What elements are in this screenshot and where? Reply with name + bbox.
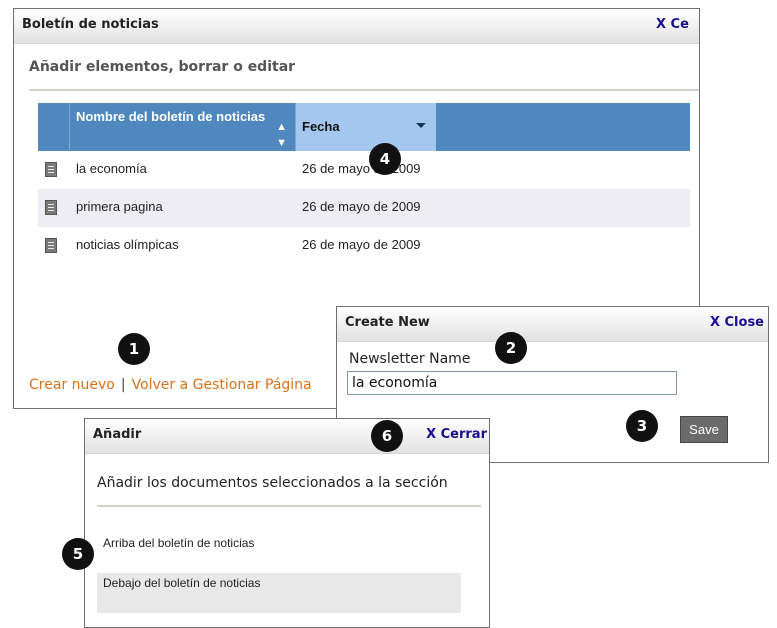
newsletter-name[interactable]: noticias olímpicas bbox=[76, 237, 179, 252]
sort-descending-icon[interactable] bbox=[416, 123, 426, 128]
newsletter-name[interactable]: la economía bbox=[76, 161, 147, 176]
icon-column-header bbox=[38, 103, 70, 151]
newsletter-date: 26 de mayo de 2009 bbox=[302, 161, 421, 176]
callout-4: 4 bbox=[369, 143, 401, 175]
dialog-title: Create New bbox=[345, 315, 430, 330]
close-link[interactable]: X Cerrar bbox=[426, 427, 487, 442]
newsletter-table: Nombre del boletín de noticias ▲ ▼ Fecha … bbox=[38, 103, 690, 265]
back-to-manage-page-link[interactable]: Volver a Gestionar Página bbox=[132, 377, 312, 393]
close-link[interactable]: X Close bbox=[710, 315, 764, 330]
link-separator: | bbox=[120, 377, 126, 393]
newsletter-name-label: Newsletter Name bbox=[349, 351, 471, 367]
callout-2: 2 bbox=[495, 332, 527, 364]
divider bbox=[97, 505, 481, 507]
document-icon bbox=[45, 162, 57, 177]
table-row[interactable]: noticias olímpicas 26 de mayo de 2009 bbox=[38, 227, 690, 265]
document-icon bbox=[45, 200, 57, 215]
dialog-title-bar: Create New X Close bbox=[337, 307, 768, 342]
table-row[interactable]: la economía 26 de mayo de 2009 bbox=[38, 151, 690, 189]
column-header-date-label: Fecha bbox=[302, 119, 340, 134]
document-icon bbox=[45, 238, 57, 253]
dialog-title-bar: Añadir X Cerrar bbox=[85, 419, 489, 454]
newsletter-name-input[interactable]: la economía bbox=[347, 371, 677, 395]
panel-title: Boletín de noticias bbox=[22, 17, 159, 32]
callout-5: 5 bbox=[62, 538, 94, 570]
newsletter-name[interactable]: primera pagina bbox=[76, 199, 163, 214]
panel-title-bar: Boletín de noticias X Ce bbox=[14, 9, 699, 44]
newsletter-date: 26 de mayo de 2009 bbox=[302, 237, 421, 252]
save-button[interactable]: Save bbox=[680, 416, 728, 443]
column-header-name-label: Nombre del boletín de noticias bbox=[76, 109, 266, 124]
add-dialog: Añadir X Cerrar Añadir los documentos se… bbox=[84, 418, 490, 628]
callout-6: 6 bbox=[371, 420, 403, 452]
table-row[interactable]: primera pagina 26 de mayo de 2009 bbox=[38, 189, 690, 227]
create-new-link[interactable]: Crear nuevo bbox=[29, 377, 115, 393]
callout-1: 1 bbox=[118, 333, 150, 365]
close-link[interactable]: X Ce bbox=[656, 17, 689, 32]
panel-subtitle: Añadir elementos, borrar o editar bbox=[29, 59, 296, 75]
callout-3: 3 bbox=[626, 410, 658, 442]
column-header-name[interactable]: Nombre del boletín de noticias ▲ ▼ bbox=[70, 103, 296, 151]
column-header-date[interactable]: Fecha bbox=[296, 103, 436, 151]
option-above-newsletter[interactable]: Arriba del boletín de noticias bbox=[97, 533, 461, 573]
newsletter-date: 26 de mayo de 2009 bbox=[302, 199, 421, 214]
add-description: Añadir los documentos seleccionados a la… bbox=[97, 475, 448, 491]
footer-links: Crear nuevo | Volver a Gestionar Página bbox=[29, 377, 312, 393]
table-header: Nombre del boletín de noticias ▲ ▼ Fecha bbox=[38, 103, 690, 151]
divider bbox=[29, 89, 699, 91]
dialog-title: Añadir bbox=[93, 427, 142, 442]
option-below-newsletter[interactable]: Debajo del boletín de noticias bbox=[97, 573, 461, 613]
sort-icon[interactable]: ▲ ▼ bbox=[276, 119, 287, 151]
